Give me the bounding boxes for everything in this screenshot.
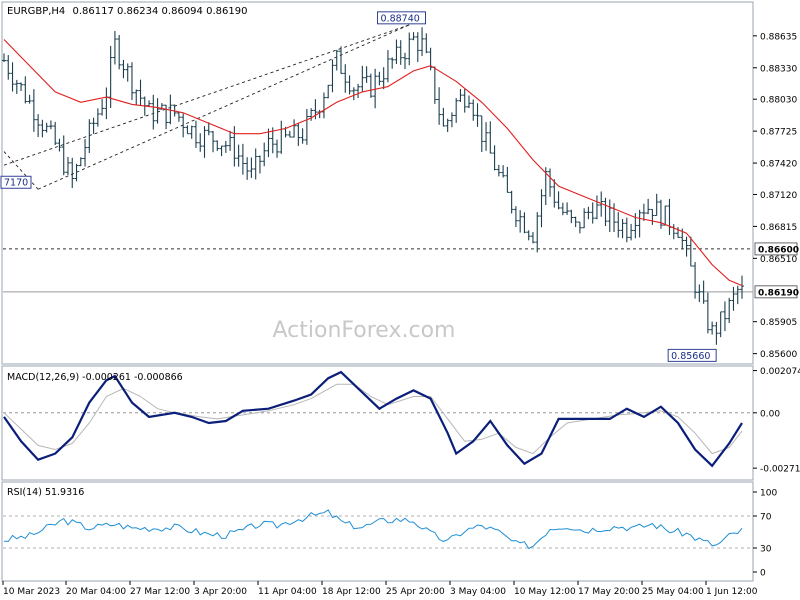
- price-tick-label: 0.86815: [760, 223, 797, 233]
- rsi-tick-label: 100: [760, 489, 777, 499]
- x-tick-label: 25 Apr 20:00: [386, 587, 445, 597]
- rsi-line: [3, 509, 743, 550]
- x-tick-label: 11 Apr 04:00: [258, 587, 317, 597]
- macd-tick-label: 0.002074: [760, 367, 800, 377]
- macd-signal-line: [3, 383, 743, 455]
- watermark: ActionForex.com: [273, 318, 456, 343]
- price-annotation-label: 0.88740: [381, 13, 420, 24]
- ohlc-values: 0.86117 0.86234 0.86094 0.86190: [72, 6, 247, 17]
- price-tick-label: 0.87120: [760, 191, 797, 201]
- x-tick-label: 10 May 12:00: [514, 587, 576, 597]
- x-tick-label: 1 Jun 12:00: [706, 587, 758, 597]
- price-tick-label: 0.88030: [760, 96, 797, 106]
- symbol-label: EURGBP,H4: [7, 6, 65, 17]
- macd-panel-frame: [1, 365, 754, 481]
- price-annotation-label: 0.85660: [671, 351, 710, 362]
- macd-tick-label: 0.00: [760, 409, 780, 419]
- x-tick-label: 18 Apr 12:00: [322, 587, 381, 597]
- trendline: [3, 24, 410, 166]
- x-tick-label: 10 Mar 2023: [3, 587, 60, 597]
- price-tick-label: 0.88635: [760, 32, 797, 42]
- macd-line: [3, 370, 743, 468]
- price-tick-label: 0.87725: [760, 128, 797, 138]
- x-tick-label: 25 May 04:00: [642, 587, 704, 597]
- price-title: EURGBP,H4 0.86117 0.86234 0.86094 0.8619…: [7, 6, 247, 17]
- x-tick-label: 27 Mar 12:00: [130, 587, 190, 597]
- price-tick-label: 0.87420: [760, 160, 797, 170]
- x-tick-label: 20 Mar 04:00: [66, 587, 126, 597]
- x-tick-label: 3 May 04:00: [450, 587, 506, 597]
- rsi-panel-frame: [1, 481, 754, 582]
- price-tick-label: 0.88330: [760, 64, 797, 74]
- rsi-tick-label: 0: [760, 569, 766, 579]
- x-tick-label: 17 May 20:00: [578, 587, 640, 597]
- price-tick-label: 0.86510: [760, 255, 797, 265]
- rsi-title: RSI(14) 51.9316: [7, 487, 84, 498]
- moving-average-line: [3, 39, 743, 287]
- macd-title: MACD(12,26,9) -0.000261 -0.000866: [7, 372, 183, 383]
- price-tick-label: 0.85600: [760, 350, 797, 360]
- price-annotation-label: 7170: [4, 178, 28, 189]
- price-tick-label: 0.85905: [760, 318, 797, 328]
- macd-tick-label: -0.002716: [760, 465, 800, 475]
- chart-canvas: ActionForex.com 0.866000.86190 0.887400.…: [0, 1, 800, 597]
- rsi-tick-label: 30: [760, 545, 772, 555]
- level-label: 0.86190: [758, 288, 799, 298]
- rsi-tick-label: 70: [760, 513, 772, 523]
- x-tick-label: 3 Apr 20:00: [194, 587, 247, 597]
- trendline: [37, 24, 410, 190]
